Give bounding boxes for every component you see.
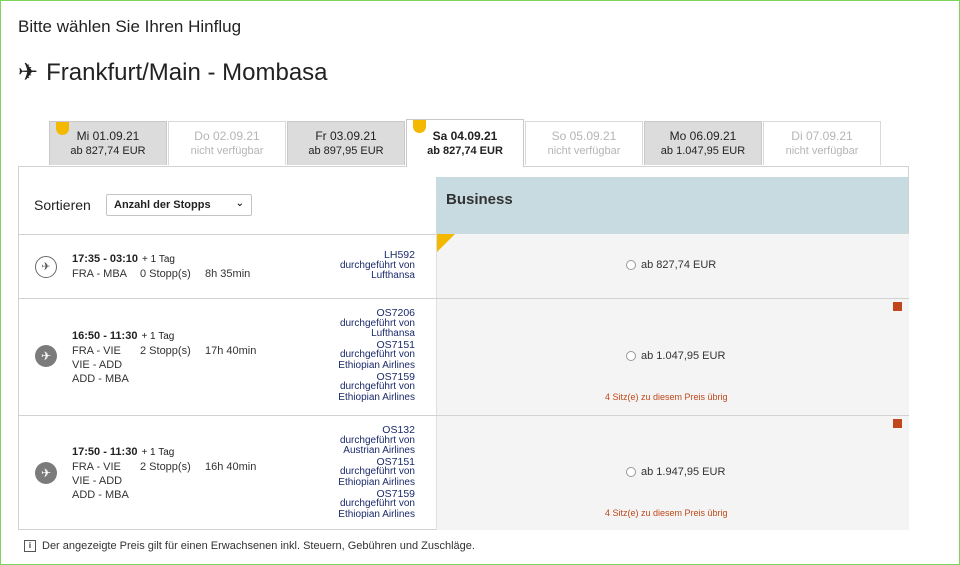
seats-remaining: 4 Sitz(e) zu diesem Preis übrig [605, 508, 728, 518]
flight-stops: 0 Stopp(s) [140, 268, 191, 280]
date-tab-day: Do 02.09.21 [194, 129, 260, 143]
flight-duration: 17h 40min [205, 345, 257, 357]
next-day-indicator: + 1 Tag [141, 331, 175, 342]
airplane-icon: ✈ [18, 59, 39, 86]
carrier-info: LH592 durchgeführt von Lufthansa [285, 250, 415, 282]
date-tab[interactable]: Di 07.09.21 nicht verfügbar [763, 121, 881, 165]
flight-time-range: 16:50 - 11:30 [72, 330, 138, 342]
best-price-marker [56, 122, 69, 135]
date-tab[interactable]: Fr 03.09.21 ab 897,95 EUR [287, 121, 405, 165]
date-tab[interactable]: So 05.09.21 nicht verfügbar [525, 121, 643, 165]
flight-time-range: 17:35 - 03:10 [72, 253, 139, 265]
airline-name: Ethiopian Airlines [338, 476, 415, 488]
flight-time-range: 17:50 - 11:30 [72, 446, 138, 458]
best-price-marker [413, 120, 426, 133]
flight-number: OS7206 [376, 307, 415, 319]
date-tab-day: Mo 06.09.21 [669, 129, 737, 143]
date-tab[interactable]: Mi 01.09.21 ab 827,74 EUR [49, 121, 167, 165]
flight-row: ✈ 16:50 - 11:30 + 1 Tag FRA - VIE VIE - A… [19, 299, 909, 416]
price-note: i Der angezeigte Preis gilt für einen Er… [24, 540, 475, 552]
fare-option[interactable]: ab 1.047,95 EUR [626, 350, 725, 362]
price-note-text: Der angezeigte Preis gilt für einen Erwa… [42, 540, 475, 552]
sort-label: Sortieren [34, 197, 91, 213]
airline-name: Ethiopian Airlines [338, 508, 415, 520]
flight-leg: ADD - MBA [72, 489, 129, 501]
flight-row: ✈ 17:50 - 11:30 + 1 Tag FRA - VIE VIE - A… [19, 416, 909, 530]
results-header: Sortieren Anzahl der Stopps ⌄ Business [19, 167, 908, 235]
airline-name: Ethiopian Airlines [338, 391, 415, 403]
fare-option[interactable]: ab 1.947,95 EUR [626, 466, 725, 478]
carrier-info: OS132 durchgeführt von Austrian Airlines… [285, 425, 415, 520]
lufthansa-icon: ✈ [35, 256, 57, 278]
airplane-icon: ✈ [35, 345, 57, 367]
date-tab[interactable]: Do 02.09.21 nicht verfügbar [168, 121, 286, 165]
page-heading: Bitte wählen Sie Ihren Hinflug [18, 17, 242, 36]
info-icon: i [24, 540, 36, 552]
cabin-header: Business [436, 177, 908, 234]
fare-option[interactable]: ab 827,74 EUR [626, 259, 716, 271]
airline-name: Ethiopian Airlines [338, 359, 415, 371]
sort-select[interactable]: Anzahl der Stopps ⌄ [106, 194, 252, 216]
fare-price: ab 1.947,95 EUR [641, 466, 726, 478]
date-tab-day: Sa 04.09.21 [432, 129, 498, 143]
date-tab-price: nicht verfügbar [190, 145, 264, 157]
date-tab-price: nicht verfügbar [547, 145, 621, 157]
fare-price: ab 827,74 EUR [641, 259, 717, 271]
seats-remaining: 4 Sitz(e) zu diesem Preis übrig [605, 392, 728, 402]
flight-leg: VIE - ADD [72, 359, 123, 371]
flight-duration: 16h 40min [205, 461, 257, 473]
fare-price: ab 1.047,95 EUR [641, 350, 726, 362]
fare-radio[interactable] [626, 351, 636, 361]
flight-stops: 2 Stopp(s) [140, 461, 191, 473]
fare-radio[interactable] [626, 260, 636, 270]
flight-times: 17:50 - 11:30 + 1 Tag [72, 446, 174, 458]
route-title: ✈ Frankfurt/Main - Mombasa [18, 58, 328, 87]
seats-warning-marker [893, 419, 902, 428]
flight-row: ✈ 17:35 - 03:10 + 1 Tag FRA - MBA 0 Stopp… [19, 234, 909, 299]
airplane-icon: ✈ [35, 462, 57, 484]
flight-leg: FRA - VIE [72, 345, 121, 357]
flight-leg: FRA - MBA [72, 268, 128, 280]
flight-times: 16:50 - 11:30 + 1 Tag [72, 330, 174, 342]
flight-results-panel: Sortieren Anzahl der Stopps ⌄ Business ✈… [18, 166, 909, 530]
flight-number: OS132 [382, 424, 415, 436]
flight-number: LH592 [384, 249, 415, 261]
date-tab-price: ab 1.047,95 EUR [660, 145, 746, 157]
date-tab-price: ab 827,74 EUR [70, 145, 146, 157]
flight-leg: ADD - MBA [72, 373, 129, 385]
date-tab-price: ab 897,95 EUR [308, 145, 384, 157]
route-label: Frankfurt/Main - Mombasa [46, 58, 328, 86]
seats-warning-marker [893, 302, 902, 311]
next-day-indicator: + 1 Tag [142, 254, 175, 265]
date-tab-price: ab 827,74 EUR [427, 145, 503, 157]
cabin-label: Business [446, 191, 513, 208]
fare-radio[interactable] [626, 467, 636, 477]
date-tabs: Mi 01.09.21 ab 827,74 EUR Do 02.09.21 ni… [0, 119, 960, 167]
airline-name: Lufthansa [371, 270, 415, 282]
flight-leg: FRA - VIE [72, 461, 121, 473]
date-tab-day: Fr 03.09.21 [315, 129, 377, 143]
date-tab-selected[interactable]: Sa 04.09.21 ab 827,74 EUR [406, 119, 524, 167]
sort-select-value: Anzahl der Stopps [114, 199, 211, 211]
flight-times: 17:35 - 03:10 + 1 Tag [72, 253, 175, 265]
best-price-corner-marker [437, 234, 455, 252]
date-tab-day: Di 07.09.21 [791, 129, 853, 143]
chevron-down-icon: ⌄ [235, 198, 244, 209]
flight-stops: 2 Stopp(s) [140, 345, 191, 357]
carrier-info: OS7206 durchgeführt von Lufthansa OS7151… [285, 308, 415, 403]
date-tab-price: nicht verfügbar [785, 145, 859, 157]
next-day-indicator: + 1 Tag [141, 447, 175, 458]
flight-duration: 8h 35min [205, 268, 251, 280]
date-tab[interactable]: Mo 06.09.21 ab 1.047,95 EUR [644, 121, 762, 165]
date-tab-day: So 05.09.21 [551, 129, 617, 143]
flight-leg: VIE - ADD [72, 475, 123, 487]
